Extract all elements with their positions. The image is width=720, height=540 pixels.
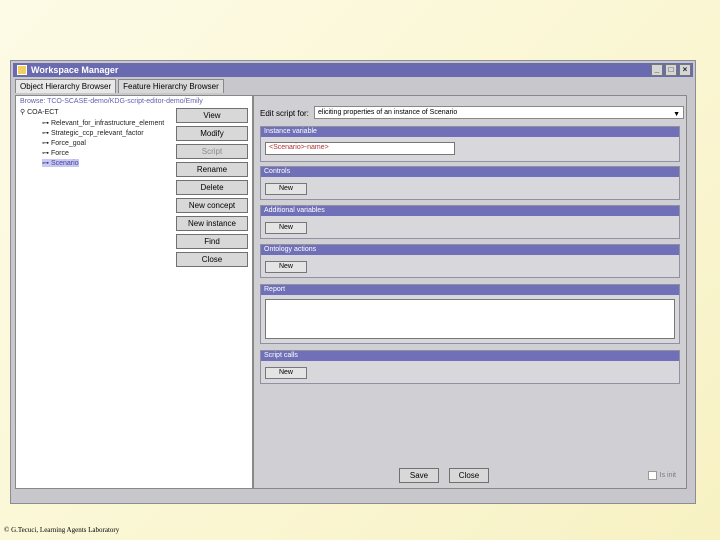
script-select-value: eliciting properties of an instance of S… — [318, 109, 458, 116]
app-icon — [17, 65, 27, 75]
script-editor-pane: Edit script for: eliciting properties of… — [253, 95, 687, 489]
tree-item-force-goal[interactable]: ⊶ Force_goal — [42, 139, 86, 147]
instance-variable-field[interactable]: <Scenario>-name> — [265, 142, 455, 155]
section-title: Instance variable — [261, 127, 679, 137]
tree-root-label: COA-ECT — [27, 109, 59, 116]
new-concept-button[interactable]: New concept — [176, 198, 248, 213]
tree-item-strategic[interactable]: ⊶ Strategic_ccp_relevant_factor — [42, 129, 144, 137]
section-title: Report — [261, 285, 679, 295]
tree-item-relevant[interactable]: ⊶ Relevant_for_infrastructure_element — [42, 119, 164, 127]
section-title: Controls — [261, 167, 679, 177]
additional-variables-section: Additional variables New — [260, 205, 680, 239]
tree-item-label: Scenario — [50, 160, 79, 167]
window-title: Workspace Manager — [31, 65, 119, 75]
action-button-column: View Modify Script Rename Delete New con… — [176, 108, 251, 270]
tab-object-hierarchy-browser[interactable]: Object Hierarchy Browser — [15, 79, 117, 93]
ontology-actions-section: Ontology actions New — [260, 244, 680, 278]
close-window-button[interactable]: × — [679, 64, 691, 76]
minimize-button[interactable]: _ — [651, 64, 663, 76]
tree-item-force[interactable]: ⊶ Force — [42, 149, 69, 157]
section-title: Script calls — [261, 351, 679, 361]
find-button[interactable]: Find — [176, 234, 248, 249]
maximize-button[interactable]: □ — [665, 64, 677, 76]
tree-item-label: Force — [50, 150, 69, 157]
tab-feature-hierarchy-browser[interactable]: Feature Hierarchy Browser — [118, 79, 224, 93]
tab-bar: Object Hierarchy Browser Feature Hierarc… — [15, 79, 226, 93]
script-button[interactable]: Script — [176, 144, 248, 159]
object-browser-pane: Browse: TCO-SCASE-demo/KDG-script-editor… — [15, 95, 253, 489]
new-ontology-action-button[interactable]: New — [265, 261, 307, 273]
window-titlebar: Workspace Manager _ □ × — [13, 63, 693, 77]
new-script-call-button[interactable]: New — [265, 367, 307, 379]
editor-bottom-buttons: Save Close — [399, 468, 489, 486]
chevron-down-icon: ▼ — [673, 111, 680, 118]
rename-button[interactable]: Rename — [176, 162, 248, 177]
tree-item-label: Strategic_ccp_relevant_factor — [50, 130, 144, 137]
is-init-checkbox[interactable]: Is init — [647, 471, 676, 480]
new-control-button[interactable]: New — [265, 183, 307, 195]
tree-item-label: Force_goal — [50, 140, 86, 147]
modify-button[interactable]: Modify — [176, 126, 248, 141]
tree-item-label: Relevant_for_infrastructure_element — [50, 120, 165, 127]
editor-close-button[interactable]: Close — [449, 468, 489, 483]
is-init-label: Is init — [659, 472, 676, 479]
report-textarea[interactable] — [265, 299, 675, 339]
edit-script-label: Edit script for: — [260, 109, 309, 118]
close-button[interactable]: Close — [176, 252, 248, 267]
tree-item-scenario[interactable]: ⊶ Scenario — [42, 159, 79, 167]
script-calls-section: Script calls New — [260, 350, 680, 384]
view-button[interactable]: View — [176, 108, 248, 123]
delete-button[interactable]: Delete — [176, 180, 248, 195]
instance-variable-section: Instance variable <Scenario>-name> — [260, 126, 680, 162]
checkbox-icon — [647, 471, 657, 480]
controls-section: Controls New — [260, 166, 680, 200]
copyright-footer: © G.Tecuci, Learning Agents Laboratory — [4, 526, 120, 534]
section-title: Ontology actions — [261, 245, 679, 255]
section-title: Additional variables — [261, 206, 679, 216]
script-select[interactable]: eliciting properties of an instance of S… — [314, 106, 684, 119]
tree-path: Browse: TCO-SCASE-demo/KDG-script-editor… — [20, 98, 203, 105]
workspace-manager-window: Workspace Manager _ □ × Object Hierarchy… — [10, 60, 696, 504]
new-instance-button[interactable]: New instance — [176, 216, 248, 231]
save-button[interactable]: Save — [399, 468, 439, 483]
tree-root[interactable]: ⚲ COA-ECT — [20, 108, 59, 116]
report-section: Report — [260, 284, 680, 344]
new-variable-button[interactable]: New — [265, 222, 307, 234]
